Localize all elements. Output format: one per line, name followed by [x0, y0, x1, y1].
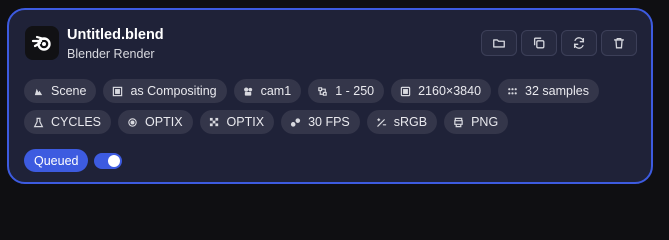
render-settings-row-1: Scene as Compositing cam1 1 - 250 2160×3…: [24, 79, 599, 103]
fps-tag: 30 FPS: [281, 110, 360, 134]
engine-tag-label: CYCLES: [51, 115, 102, 129]
scene-tag: Scene: [24, 79, 97, 103]
denoiser-tag: OPTIX: [199, 110, 275, 134]
engine-tag: CYCLES: [24, 110, 112, 134]
frame-range-tag: 1 - 250: [308, 79, 385, 103]
samples-tag-label: 32 samples: [525, 84, 589, 98]
frames-icon: [318, 86, 327, 96]
trash-icon: [613, 37, 625, 49]
camera-tag: cam1: [233, 79, 302, 103]
device-tag-label: OPTIX: [145, 115, 183, 129]
colorspace-icon: [376, 117, 386, 127]
chip-icon: [128, 117, 137, 127]
resolution-tag-label: 2160×3840: [418, 84, 482, 98]
duplicate-button[interactable]: [521, 30, 557, 56]
device-tag: OPTIX: [118, 110, 193, 134]
denoise-icon: [209, 117, 218, 126]
status-badge: Queued: [24, 149, 89, 172]
samples-tag: 32 samples: [498, 79, 599, 103]
fps-tag-label: 30 FPS: [308, 115, 350, 129]
engine-icon: [33, 117, 44, 127]
resolution-icon: [400, 86, 411, 96]
render-settings-row-2: CYCLES OPTIX OPTIX 30 FPS sRGB PNG: [24, 110, 509, 134]
color-space-tag: sRGB: [366, 110, 438, 134]
file-format-tag: PNG: [444, 110, 509, 134]
render-engine-subtitle: Blender Render: [67, 47, 155, 61]
view-layer-tag: as Compositing: [103, 79, 227, 103]
blender-logo-icon: [25, 26, 59, 60]
scene-icon: [34, 88, 43, 95]
color-space-tag-label: sRGB: [393, 115, 428, 129]
status-row: Queued: [24, 149, 123, 172]
folder-icon: [493, 39, 505, 48]
scene-tag-label: Scene: [51, 84, 87, 98]
refresh-icon: [573, 37, 585, 49]
rerender-button[interactable]: [561, 30, 597, 56]
copy-icon: [533, 37, 545, 49]
frame-range-tag-label: 1 - 250: [335, 84, 375, 98]
fps-icon: [290, 117, 301, 127]
denoiser-tag-label: OPTIX: [226, 115, 265, 129]
resolution-tag: 2160×3840: [391, 79, 492, 103]
view-layer-tag-label: as Compositing: [130, 84, 217, 98]
enable-toggle[interactable]: [94, 152, 123, 169]
open-folder-button[interactable]: [481, 30, 517, 56]
camera-icon: [243, 87, 252, 96]
camera-tag-label: cam1: [260, 84, 292, 98]
file-title: Untitled.blend: [67, 27, 164, 43]
card-actions: [481, 30, 637, 56]
samples-icon: [508, 87, 517, 94]
toggle-knob: [108, 154, 121, 167]
render-job-card: Untitled.blend Blender Render Scene as C…: [7, 8, 653, 184]
format-icon: [454, 117, 463, 127]
delete-button[interactable]: [601, 30, 637, 56]
layer-icon: [113, 86, 123, 96]
file-format-tag-label: PNG: [471, 115, 499, 129]
